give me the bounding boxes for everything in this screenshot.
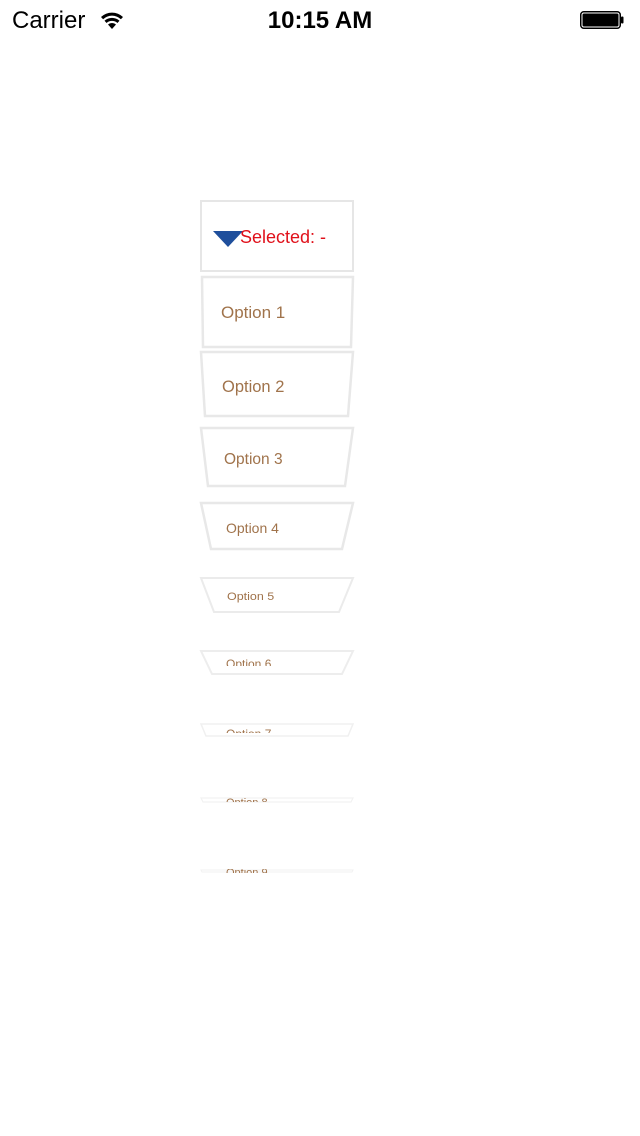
option-label-2: Option 2 (222, 378, 284, 396)
option-item-4[interactable]: Option 4 (199, 501, 355, 551)
option-item-5[interactable]: Option 5 (199, 577, 355, 613)
screen: Carrier 10:15 AM Selected: - Option 1 Op (0, 0, 640, 1136)
option-label-5: Option 5 (227, 591, 274, 603)
option-item-9[interactable]: Option 9 (200, 867, 354, 879)
option-item-8[interactable]: Option 8 (200, 797, 354, 809)
option-item-7[interactable]: Option 7 (199, 723, 355, 741)
option-item-3[interactable]: Option 3 (199, 426, 355, 488)
option-item-6[interactable]: Option 6 (199, 650, 355, 675)
option-item-1[interactable]: Option 1 (200, 275, 355, 349)
option-label-8: Option 8 (226, 797, 268, 809)
option-label-4: Option 4 (226, 520, 279, 536)
option-item-2[interactable]: Option 2 (199, 350, 355, 418)
option-label-1: Option 1 (221, 303, 285, 322)
option-label-3: Option 3 (224, 451, 283, 468)
option-label-9: Option 9 (226, 867, 268, 879)
options-list: Option 1 Option 2 Option 3 Option 4 Opti… (199, 275, 355, 879)
